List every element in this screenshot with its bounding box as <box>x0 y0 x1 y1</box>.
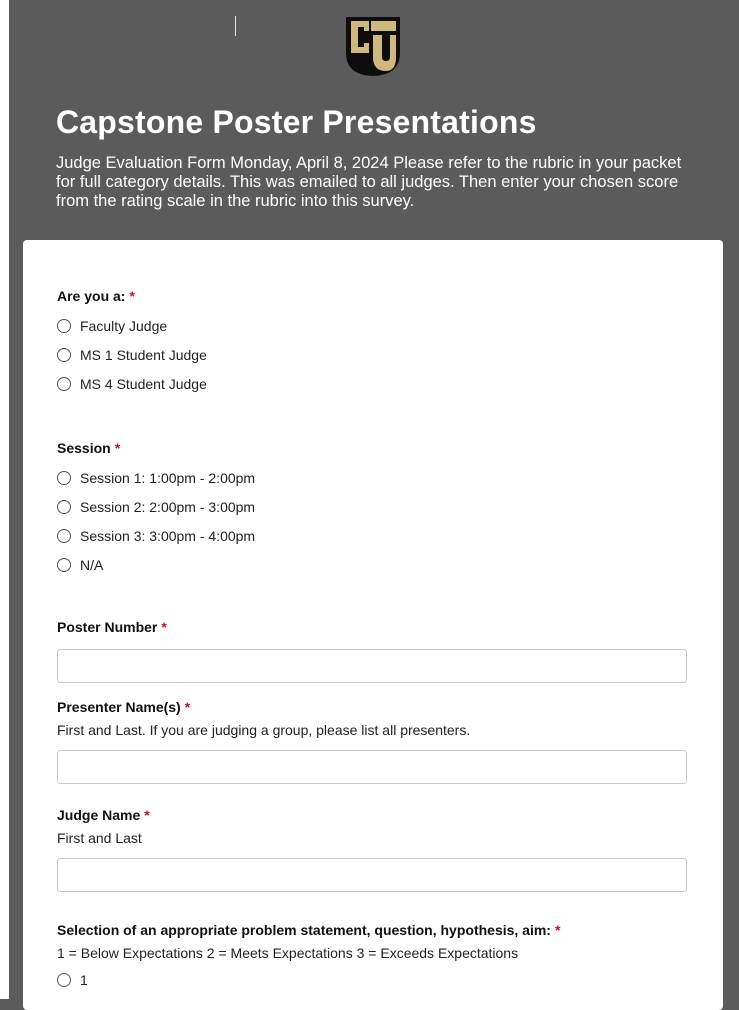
question-presenter-names: Presenter Name(s) * First and Last. If yo… <box>57 699 697 784</box>
option-label: N/A <box>80 556 104 573</box>
radio-group-problem-statement: 1 <box>57 965 697 994</box>
option-label: MS 4 Student Judge <box>80 375 207 392</box>
poster-number-input[interactable] <box>57 649 687 683</box>
question-label-text: Judge Name <box>57 807 141 823</box>
radio-option-ms4-student-judge[interactable]: MS 4 Student Judge <box>57 369 697 398</box>
question-role: Are you a: * Faculty Judge MS 1 Student J… <box>57 288 697 398</box>
question-help-text: First and Last. If you are judging a gro… <box>57 722 471 738</box>
radio-option-session-1[interactable]: Session 1: 1:00pm - 2:00pm <box>57 463 697 492</box>
question-label: Session * <box>57 440 697 456</box>
radio-button[interactable] <box>57 347 71 362</box>
option-label: Session 2: 2:00pm - 3:00pm <box>80 498 256 515</box>
radio-button[interactable] <box>57 470 71 485</box>
radio-button[interactable] <box>57 528 71 543</box>
question-label-text: Poster Number <box>57 619 158 635</box>
page-title: Capstone Poster Presentations <box>56 104 537 140</box>
radio-button[interactable] <box>57 499 71 514</box>
option-label: Session 1: 1:00pm - 2:00pm <box>80 469 256 486</box>
radio-option-score-1[interactable]: 1 <box>57 965 697 994</box>
required-asterisk: * <box>114 440 121 456</box>
question-label-text: Selection of an appropriate problem stat… <box>57 922 551 938</box>
question-poster-number: Poster Number * <box>57 619 697 683</box>
question-session: Session * Session 1: 1:00pm - 2:00pm Sess… <box>57 440 697 579</box>
required-asterisk: * <box>129 288 135 304</box>
required-asterisk: * <box>184 699 191 715</box>
required-asterisk: * <box>161 619 167 635</box>
radio-group-role: Faculty Judge MS 1 Student Judge MS 4 St… <box>57 311 697 398</box>
option-label: Faculty Judge <box>80 317 168 334</box>
question-label-text: Are you a: <box>57 288 126 304</box>
cu-logo-icon <box>346 17 400 76</box>
question-label: Are you a: * <box>57 288 697 304</box>
radio-option-ms1-student-judge[interactable]: MS 1 Student Judge <box>57 340 697 369</box>
required-asterisk: * <box>554 922 561 938</box>
radio-option-na[interactable]: N/A <box>57 550 697 579</box>
radio-option-session-3[interactable]: Session 3: 3:00pm - 4:00pm <box>57 521 697 550</box>
radio-button[interactable] <box>57 376 71 391</box>
question-help-text: First and Last <box>57 830 142 846</box>
radio-option-faculty-judge[interactable]: Faculty Judge <box>57 311 697 340</box>
option-label: 1 <box>80 971 88 988</box>
form-description: Judge Evaluation Form Monday, April 8, 2… <box>56 154 682 210</box>
required-asterisk: * <box>144 807 150 823</box>
question-label: Poster Number * <box>57 619 697 635</box>
question-judge-name: Judge Name * First and Last <box>57 807 697 892</box>
radio-button[interactable] <box>57 972 71 987</box>
form-card: Are you a: * Faculty Judge MS 1 Student J… <box>23 240 723 1010</box>
question-label: Presenter Name(s) * <box>57 699 697 715</box>
radio-option-session-2[interactable]: Session 2: 2:00pm - 3:00pm <box>57 492 697 521</box>
question-label: Judge Name * <box>57 807 697 823</box>
text-cursor <box>235 16 236 36</box>
question-label-text: Presenter Name(s) <box>57 699 181 715</box>
judge-name-input[interactable] <box>57 858 687 892</box>
option-label: MS 1 Student Judge <box>80 346 207 363</box>
presenter-names-input[interactable] <box>57 750 687 784</box>
question-label-text: Session <box>57 440 111 456</box>
window-left-edge <box>0 0 9 999</box>
radio-button[interactable] <box>57 318 71 333</box>
option-label: Session 3: 3:00pm - 4:00pm <box>80 527 256 544</box>
radio-group-session: Session 1: 1:00pm - 2:00pm Session 2: 2:… <box>57 463 697 579</box>
radio-button[interactable] <box>57 557 71 572</box>
question-problem-statement: Selection of an appropriate problem stat… <box>57 922 697 994</box>
question-help-text: 1 = Below Expectations 2 = Meets Expecta… <box>57 945 519 961</box>
question-label: Selection of an appropriate problem stat… <box>57 922 697 938</box>
